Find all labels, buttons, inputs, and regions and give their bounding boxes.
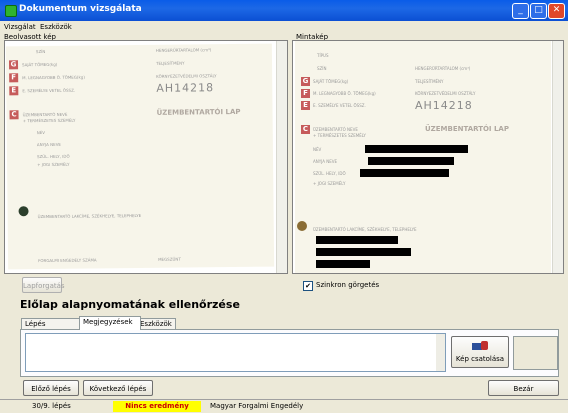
redaction-bar [360,169,449,177]
doc-field-label: TELJESÍTMÉNY [155,60,185,66]
document-header: ÜZEMBENTARTÓI LAP [156,107,241,117]
doc-field-label: FORGALMI ENGEDÉLY SZÁMA [38,257,97,264]
minimize-button[interactable]: _ [512,3,529,19]
section-marker: E [301,101,310,110]
document-serial: AH14218 [156,81,215,95]
previous-step-button[interactable]: Előző lépés [23,380,79,396]
redaction-bar [316,260,370,268]
attach-image-label: Kép csatolása [455,355,505,363]
section-marker: G [301,77,310,86]
redaction-bar [368,157,454,165]
section-marker: F [9,73,19,83]
status-document-type: Magyar Forgalmi Engedély [210,402,304,410]
doc-field-label: SZÜL. HELY, IDŐ [36,153,70,160]
doc-field-label: SZÍN [35,48,46,55]
app-icon [5,5,17,17]
hologram-icon [297,221,307,231]
doc-field-label: ANYJA NEVE [313,159,338,164]
doc-field-label: SZÜL. HELY, IDŐ [313,171,346,176]
scanned-document: SZÍN HENGERŰRTARTALOM (cm³) G SAJÁT TÖME… [5,43,275,270]
redaction-bar [316,248,411,256]
document-header: ÜZEMBENTARTÓI LAP [425,125,509,133]
doc-field-label: KÖRNYEZETVÉDELMI OSZTÁLY [415,91,476,96]
section-title: Előlap alapnyomatának ellenőrzése [20,298,240,311]
doc-field-label: TELJESÍTMÉNY [415,79,444,84]
doc-field-label: ÜZEMBENTARTÓ LAKCÍME, SZÉKHELYE, TELEPHE… [313,227,417,232]
rotate-page-button[interactable]: Lapforgatás [22,277,65,293]
doc-field-label: ÜZEMBENTARTÓ NEVE [313,127,358,132]
redaction-bar [365,145,468,153]
doc-field-label: TÍPUS [317,53,329,58]
left-panel-scrollbar[interactable] [276,41,287,273]
hologram-icon [18,206,29,217]
status-bar: 30/9. lépés Nincs eredmény Magyar Forgal… [0,399,568,413]
title-bar: Dokumentum vizsgálata _ □ ✕ [0,0,568,21]
sync-scroll-label: Szinkron görgetés [316,281,380,289]
section-marker: G [8,60,19,70]
close-button[interactable]: Bezár [488,380,559,396]
doc-field-label: SZÍN [317,66,327,71]
maximize-button[interactable]: □ [530,3,547,19]
sample-document: TÍPUS SZÍN HENGERŰRTARTALOM (cm³) G SAJÁ… [295,41,551,273]
camera-icon [472,341,488,351]
document-serial: AH14218 [415,99,473,112]
attach-image-button[interactable]: Kép csatolása [451,336,509,368]
doc-field-label: M. LEGNAGYOBB Ö. TÖMEG(kg) [313,91,376,96]
status-step: 30/9. lépés [32,402,71,410]
menu-eszkozok[interactable]: Eszközök [40,23,72,31]
notes-textarea[interactable] [25,333,446,372]
section-marker: C [9,110,19,120]
notes-scrollbar[interactable] [436,334,445,371]
doc-field-label: SAJÁT TÖMEG(kg) [22,61,58,68]
menu-vizsgalat[interactable]: Vizsgálat [4,23,36,31]
doc-field-label: M. LEGNAGYOBB Ö. TÖMEG(kg) [22,74,85,81]
sync-scroll-checkbox[interactable]: ✔ [303,281,313,291]
status-result: Nincs eredmény [113,401,201,412]
tab-notes[interactable]: Megjegyzések [79,316,141,330]
right-panel-scrollbar[interactable] [552,41,563,273]
scanned-image-panel[interactable]: SZÍN HENGERŰRTARTALOM (cm³) G SAJÁT TÖME… [4,40,288,274]
next-step-button[interactable]: Következő lépés [83,380,153,396]
menu-bar: Vizsgálat Eszközök [0,22,568,32]
close-window-button[interactable]: ✕ [548,3,565,19]
doc-field-label: HENGERŰRTARTALOM (cm³) [415,66,471,71]
redaction-bar [316,236,398,244]
doc-field-label: + TERMÉSZETES SZEMÉLY [313,133,366,138]
doc-field-label: + JOGI SZEMÉLY [313,181,346,186]
section-marker: C [301,125,310,134]
section-marker: F [301,89,310,98]
doc-field-label: ÜZEMBENTARTÓ LAKCÍME, SZÉKHELYE, TELEPHE… [37,212,142,220]
doc-field-label: ÜZEMBENTARTÓ NEVE [22,111,68,118]
sample-image-panel[interactable]: TÍPUS SZÍN HENGERŰRTARTALOM (cm³) G SAJÁ… [292,40,564,274]
doc-field-label: HENGERŰRTARTALOM (cm³) [155,47,212,53]
doc-field-label: KÖRNYEZETVÉDELMI OSZTÁLY [156,73,217,79]
doc-field-label: E. SZEMÉLYE VETEL ÖSSZ. [22,87,76,94]
doc-field-label: SAJÁT TÖMEG(kg) [313,79,349,84]
doc-field-label: NÉV [36,129,46,136]
doc-field-label: + JOGI SZEMÉLY [37,161,70,168]
attachment-preview [513,336,558,370]
doc-field-label: E. SZEMÉLYE VETEL ÖSSZ. [313,103,366,108]
window-title: Dokumentum vizsgálata [19,4,142,14]
section-marker: E [9,86,19,96]
doc-field-label: ANYJA NEVE [36,141,61,148]
doc-field-label: MEGSZŰNT [158,256,181,262]
doc-field-label: NÉV [313,147,322,152]
doc-field-label: + TERMÉSZETES SZEMÉLY [22,117,76,124]
